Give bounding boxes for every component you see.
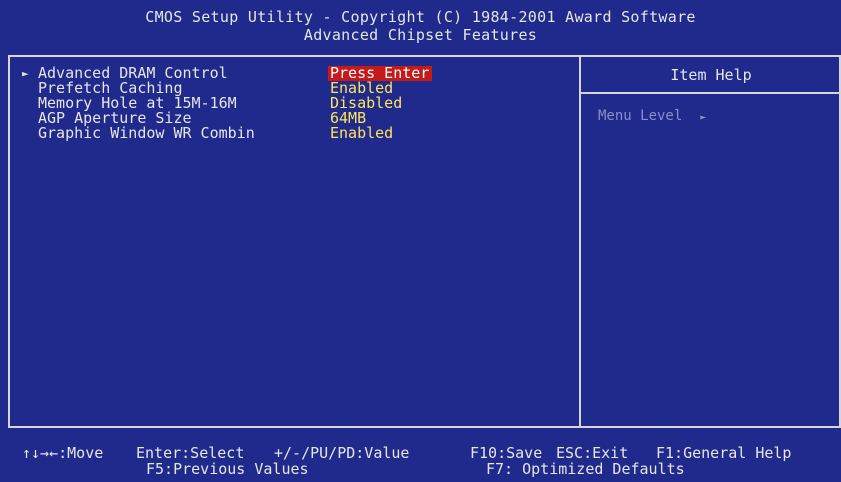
panel-divider [579, 55, 581, 428]
footer-enter-select: Enter:Select [136, 444, 245, 462]
header-title: CMOS Setup Utility - Copyright (C) 1984-… [145, 8, 696, 26]
footer-value: +/-/PU/PD:Value [274, 444, 410, 462]
footer-previous-values: F5:Previous Values [146, 460, 309, 478]
footer-exit: ESC:Exit [556, 444, 629, 462]
footer-move: ↑↓→←:Move [22, 444, 104, 462]
menu-level: Menu Level ► [598, 108, 706, 126]
submenu-arrow-icon: ► [22, 67, 29, 80]
item-help-title: Item Help [670, 66, 752, 84]
footer-optimized-defaults: F7: Optimized Defaults [486, 460, 685, 478]
setting-value[interactable]: Enabled [330, 126, 393, 141]
footer-save: F10:Save [470, 444, 543, 462]
header-subtitle: Advanced Chipset Features [303, 26, 538, 44]
setting-label: Graphic Window WR Combin [38, 124, 255, 142]
settings-list: ► Advanced DRAM Control Press Enter Pref… [22, 66, 572, 141]
help-title-divider [581, 92, 841, 94]
key-help-footer: ↑↓→←:Move Enter:Select +/-/PU/PD:Value F… [0, 443, 841, 482]
setting-row-graphic-window-wr[interactable]: Graphic Window WR Combin Enabled [22, 126, 572, 141]
footer-general-help: F1:General Help [656, 444, 792, 462]
bios-header: CMOS Setup Utility - Copyright (C) 1984-… [0, 0, 841, 50]
menu-level-arrow-icon: ► [700, 112, 707, 123]
menu-level-label: Menu Level [598, 108, 683, 124]
bios-screen: CMOS Setup Utility - Copyright (C) 1984-… [0, 0, 841, 482]
